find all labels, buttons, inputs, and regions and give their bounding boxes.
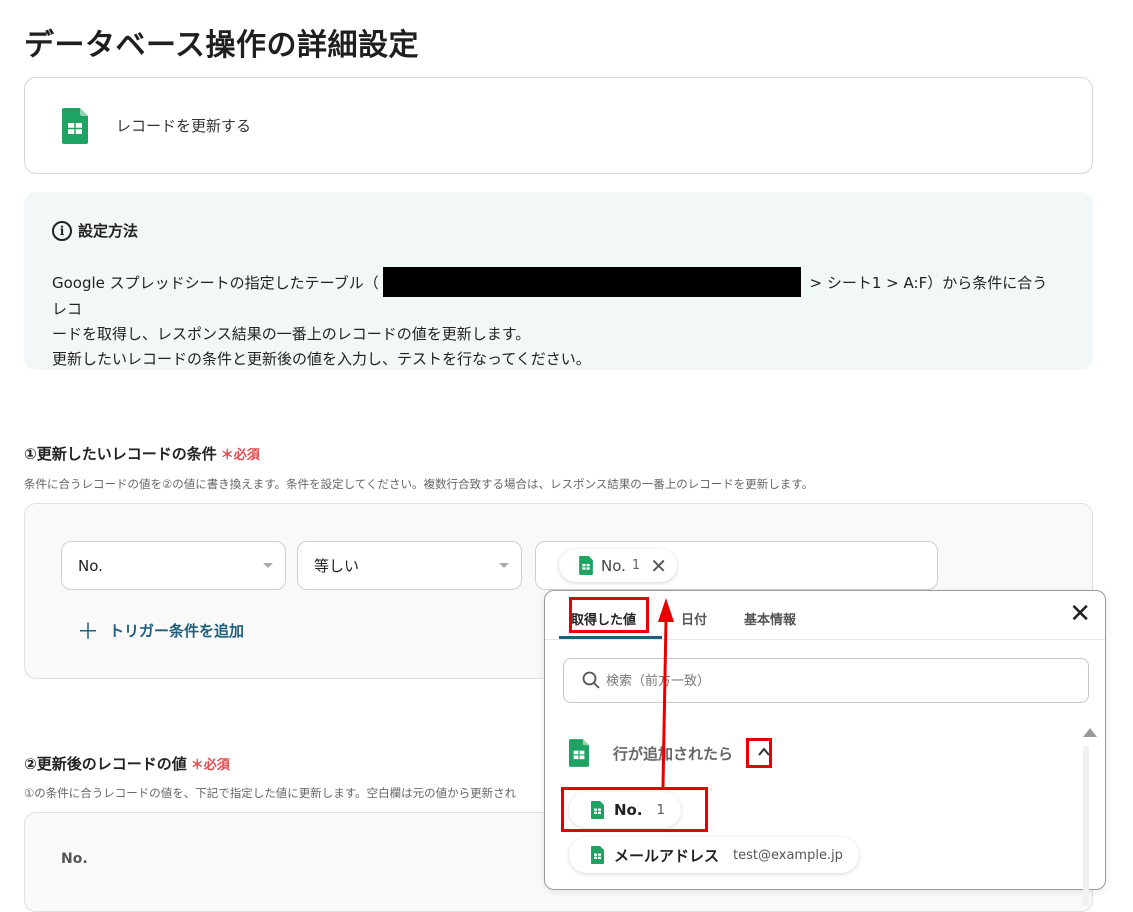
- search-icon: [582, 671, 600, 689]
- action-label: レコードを更新する: [116, 117, 252, 135]
- info-line-1: Google スプレッドシートの指定したテーブル（ > シート1 > A:F）か…: [52, 267, 1062, 322]
- item-name: メールアドレス: [614, 846, 720, 865]
- section2-title: ②更新後のレコードの値 ＊必須: [24, 753, 230, 774]
- chevron-down-icon: [499, 563, 509, 568]
- close-icon[interactable]: ✕: [1069, 601, 1091, 627]
- operator-select-value: 等しい: [314, 557, 360, 575]
- page-title: データベース操作の詳細設定: [24, 28, 419, 63]
- active-tab-indicator: [559, 636, 662, 639]
- required-badge: ＊必須: [190, 758, 230, 773]
- section1-desc: 条件に合うレコードの値を②の値に書き換えます。条件を設定してください。複数行合致…: [24, 477, 814, 491]
- google-sheets-icon: [591, 846, 604, 864]
- operator-select[interactable]: 等しい: [297, 541, 522, 590]
- chevron-down-icon: [263, 563, 273, 568]
- google-sheets-icon: [569, 739, 589, 767]
- info-icon: i: [52, 220, 72, 241]
- info-line-2: ードを取得し、レスポンス結果の一番上のレコードの値を更新します。: [52, 325, 531, 343]
- item-value: 1: [656, 802, 665, 818]
- search-input[interactable]: [604, 667, 1074, 695]
- section2-title-text: ②更新後のレコードの値: [24, 755, 187, 773]
- value-chip-label: No.: [601, 556, 626, 575]
- info-line-1-before: Google スプレッドシートの指定したテーブル（: [52, 274, 379, 292]
- google-sheets-icon: [579, 556, 593, 575]
- google-sheets-icon: [62, 108, 88, 144]
- add-trigger-label: トリガー条件を追加: [109, 621, 245, 640]
- chevron-up-icon[interactable]: [753, 739, 775, 765]
- item-value: test@example.jp: [733, 847, 843, 863]
- value-picker-dropdown: 取得した値 日付 基本情報 ✕ 行が追加されたら: [544, 590, 1106, 906]
- info-box: i 設定方法 Google スプレッドシートの指定したテーブル（ > シート1 …: [24, 192, 1093, 370]
- section1-title: ①更新したいレコードの条件 ＊必須: [24, 443, 260, 464]
- scroll-up-arrow-icon[interactable]: [1083, 728, 1097, 737]
- tab-basic-info[interactable]: 基本情報: [744, 609, 796, 628]
- add-trigger-condition-button[interactable]: ＋ トリガー条件を追加: [77, 614, 244, 646]
- list-item[interactable]: No. 1: [569, 792, 681, 828]
- plus-icon: ＋: [77, 620, 100, 645]
- field-select[interactable]: No.: [61, 541, 286, 590]
- info-line-3: 更新したいレコードの条件と更新後の値を入力し、テストを行なってください。: [52, 350, 591, 368]
- list-item[interactable]: メールアドレス test@example.jp: [569, 837, 859, 873]
- item-name: No.: [614, 801, 643, 819]
- update-field-label: No.: [61, 851, 88, 867]
- section1-title-text: ①更新したいレコードの条件: [24, 445, 217, 463]
- tab-date[interactable]: 日付: [681, 609, 707, 628]
- condition-value-field[interactable]: No. 1 ✕: [535, 541, 938, 590]
- value-chip[interactable]: No. 1 ✕: [559, 549, 677, 582]
- required-badge: ＊必須: [220, 448, 260, 463]
- section2-desc: ①の条件に合うレコードの値を、下記で指定した値に更新します。空白欄は元の値から更…: [24, 786, 517, 800]
- info-title: 設定方法: [78, 222, 139, 240]
- tab-retrieved-values[interactable]: 取得した値: [571, 609, 636, 628]
- value-chip-sub: 1: [631, 558, 641, 573]
- scrollbar-track[interactable]: [1083, 746, 1089, 906]
- group-label: 行が追加されたら: [613, 745, 734, 763]
- search-box[interactable]: [563, 658, 1089, 703]
- google-sheets-icon: [591, 801, 604, 819]
- action-card[interactable]: レコードを更新する: [24, 77, 1093, 174]
- picker-tabs: 取得した値 日付 基本情報 ✕: [545, 591, 1105, 640]
- info-header: i 設定方法: [52, 220, 138, 241]
- close-icon[interactable]: ✕: [650, 554, 667, 578]
- info-text: Google スプレッドシートの指定したテーブル（ > シート1 > A:F）か…: [52, 267, 1062, 372]
- redacted-block: [382, 267, 801, 297]
- field-select-value: No.: [78, 556, 103, 575]
